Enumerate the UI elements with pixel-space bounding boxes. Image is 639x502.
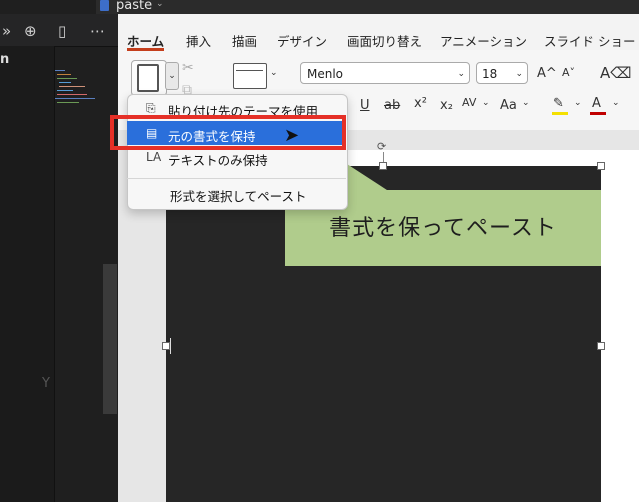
underline-button[interactable]: U: [360, 98, 370, 113]
clear-format-icon[interactable]: A⌫: [600, 64, 631, 82]
chevron-down-icon[interactable]: ⌄: [574, 98, 582, 108]
more-icon[interactable]: ⋯: [90, 22, 105, 40]
chevron-down-icon[interactable]: ⌄: [482, 98, 490, 108]
shrink-font-button[interactable]: A˅: [562, 66, 575, 79]
grow-font-button[interactable]: A^: [537, 66, 557, 81]
change-case-button[interactable]: Aa: [500, 98, 517, 113]
font-color-button[interactable]: A: [592, 96, 601, 111]
highlighter-icon[interactable]: ✎: [553, 96, 564, 111]
resize-handle[interactable]: [597, 342, 605, 350]
font-name-select[interactable]: Menlo ⌄: [300, 62, 470, 84]
powerpoint-file-icon: [100, 0, 109, 11]
menu-item-keep-text-only[interactable]: テキストのみ保持: [168, 150, 268, 169]
layout-button[interactable]: [233, 63, 267, 89]
subscript-button[interactable]: x₂: [440, 98, 453, 113]
tab-insert[interactable]: 挿入: [186, 31, 211, 50]
editor-scrollbar[interactable]: [103, 264, 117, 414]
tab-slideshow[interactable]: スライド ショー: [544, 31, 635, 50]
editor-sidebar: [0, 46, 55, 502]
editor-faint-text: Y: [42, 376, 50, 391]
chevron-down-icon: ⌄: [457, 69, 465, 79]
menu-separator: [127, 178, 346, 179]
clipboard-icon: [137, 64, 159, 92]
split-editor-icon[interactable]: ▯: [58, 22, 66, 40]
tab-animations[interactable]: アニメーション: [440, 31, 527, 50]
chevron-down-icon[interactable]: ⌄: [156, 0, 164, 9]
highlight-annotation-box: [110, 115, 346, 150]
clipboard-theme-icon: ⎘: [146, 101, 156, 115]
minimap[interactable]: [55, 68, 97, 108]
character-spacing-button[interactable]: AV: [462, 96, 476, 109]
chevron-down-icon: ⌄: [515, 69, 523, 79]
chevron-down-icon[interactable]: ⌄: [522, 98, 530, 108]
title-bar: [96, 0, 639, 14]
callout-text: 書式を保ってペースト: [329, 216, 557, 241]
window-title: paste: [116, 0, 153, 13]
font-color-swatch: [590, 112, 606, 115]
resize-handle[interactable]: [162, 342, 170, 350]
chevron-down-icon[interactable]: ⌄: [270, 68, 278, 78]
sidebar-label: n: [0, 52, 10, 67]
menu-item-paste-special[interactable]: 形式を選択してペースト: [170, 186, 307, 205]
highlight-color-swatch: [552, 112, 568, 115]
font-size-value: 18: [482, 67, 498, 81]
font-size-select[interactable]: 18 ⌄: [476, 62, 528, 84]
font-name-value: Menlo: [307, 67, 344, 81]
strikethrough-button[interactable]: ab: [384, 98, 400, 113]
tab-draw[interactable]: 描画: [232, 31, 257, 50]
text-only-icon: LA: [146, 150, 162, 164]
git-icon[interactable]: ⊕: [24, 22, 37, 40]
resize-handle[interactable]: [597, 162, 605, 170]
scissors-icon[interactable]: ✂: [182, 60, 194, 76]
forward-arrows-icon[interactable]: »: [2, 22, 11, 40]
mouse-pointer-icon: ➤: [284, 125, 300, 146]
text-cursor: [170, 338, 171, 354]
tab-design[interactable]: デザイン: [277, 31, 327, 50]
layout-icon: [236, 70, 263, 71]
superscript-button[interactable]: x²: [414, 96, 427, 111]
paste-options-dropdown[interactable]: ⌄: [165, 62, 179, 90]
active-tab-indicator: [127, 48, 164, 51]
tab-transitions[interactable]: 画面切り替え: [347, 31, 422, 50]
chevron-down-icon[interactable]: ⌄: [612, 98, 620, 108]
